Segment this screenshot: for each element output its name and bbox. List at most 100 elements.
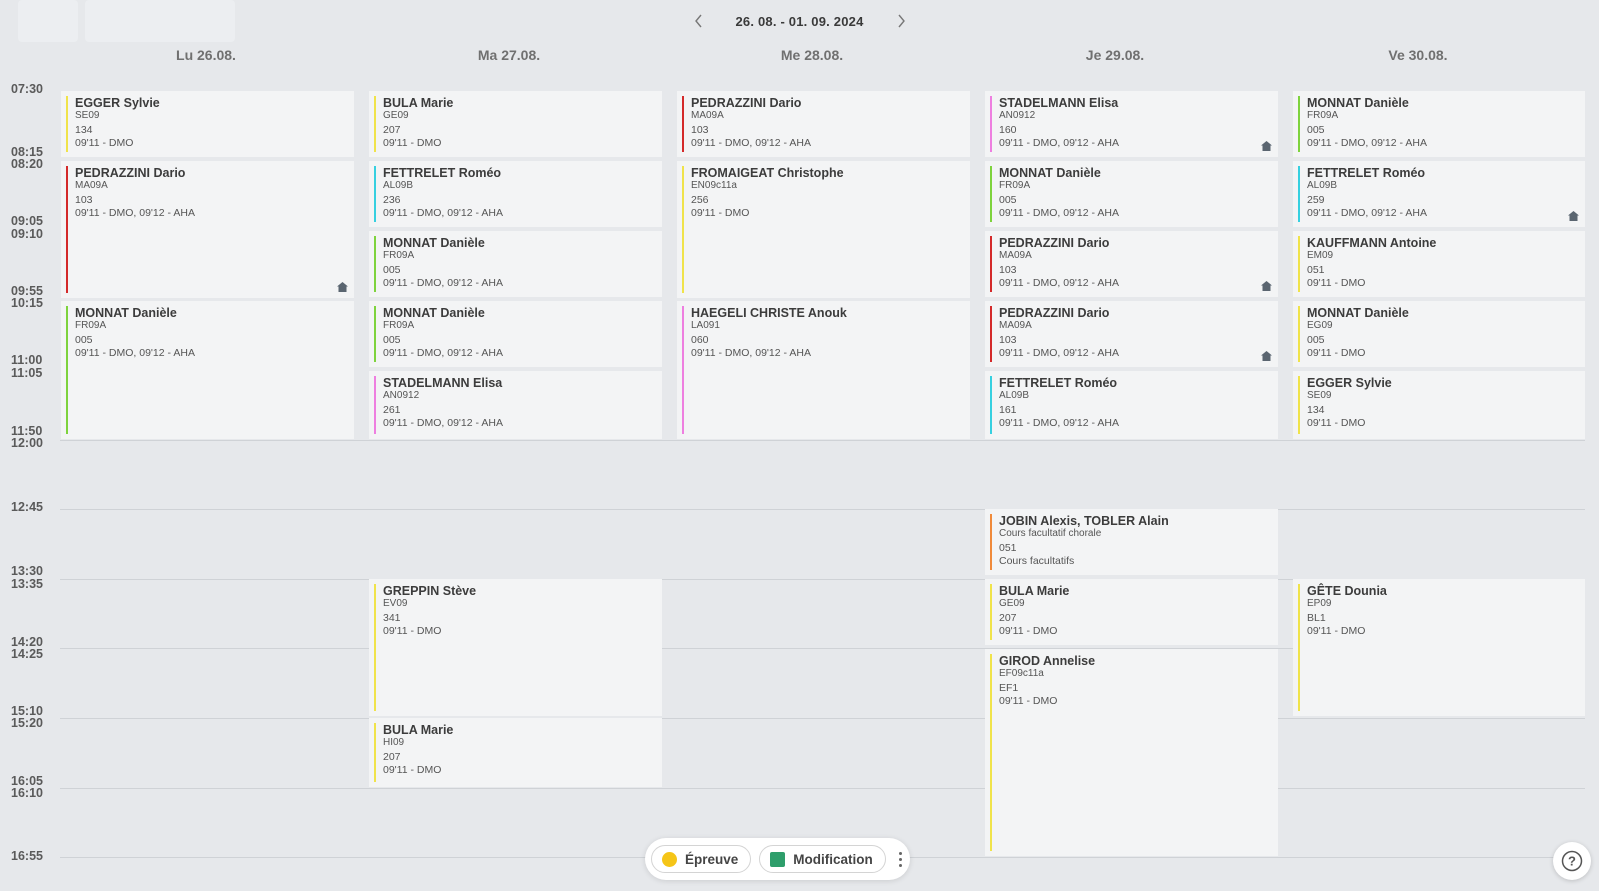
color-bar [682, 96, 684, 152]
lesson-card[interactable]: MONNAT Danièle FR09A 005 09'11 - DMO, 09… [1293, 91, 1585, 157]
lesson-card[interactable]: STADELMANN Elisa AN0912 261 09'11 - DMO,… [369, 371, 662, 439]
room-number: 160 [999, 124, 1017, 136]
lesson-card[interactable]: STADELMANN Elisa AN0912 160 09'11 - DMO,… [985, 91, 1278, 157]
svg-text:?: ? [1568, 854, 1576, 869]
lesson-card[interactable]: MONNAT Danièle FR09A 005 09'11 - DMO, 09… [369, 231, 662, 297]
lesson-card[interactable]: FETTRELET Roméo AL09B 259 09'11 - DMO, 0… [1293, 161, 1585, 227]
home-icon [1261, 141, 1272, 151]
chevron-right-icon[interactable] [892, 12, 910, 30]
lesson-groups: 09'11 - DMO, 09'12 - AHA [383, 277, 503, 289]
lesson-groups: 09'11 - DMO, 09'12 - AHA [383, 207, 503, 219]
home-icon [337, 282, 348, 292]
lesson-card[interactable]: EGGER Sylvie SE09 134 09'11 - DMO [61, 91, 354, 157]
lesson-card[interactable]: MONNAT Danièle FR09A 005 09'11 - DMO, 09… [369, 301, 662, 367]
time-label: 07:30 [11, 82, 43, 96]
home-icon [1261, 351, 1272, 361]
lesson-groups: 09'11 - DMO, 09'12 - AHA [999, 277, 1119, 289]
lesson-card[interactable]: GÊTE Dounia EP09 BL1 09'11 - DMO [1293, 579, 1585, 716]
grid-line [60, 718, 1585, 719]
legend-epreuve-label: Épreuve [685, 851, 739, 867]
class-code: MA09A [75, 180, 108, 191]
room-number: 207 [383, 124, 401, 136]
color-bar [374, 723, 376, 782]
class-code: GE09 [999, 598, 1025, 609]
lesson-card[interactable]: MONNAT Danièle EG09 005 09'11 - DMO [1293, 301, 1585, 367]
color-bar [1298, 584, 1300, 711]
color-bar [66, 96, 68, 152]
color-bar [990, 584, 992, 640]
day-header-wed: Me 28.08. [780, 47, 844, 63]
class-code: LA091 [691, 320, 720, 331]
class-code: FR09A [383, 250, 415, 261]
teacher-name: STADELMANN Elisa [383, 376, 503, 390]
class-code: FR09A [383, 320, 415, 331]
lesson-groups: 09'11 - DMO, 09'12 - AHA [383, 347, 503, 359]
teacher-name: FETTRELET Roméo [383, 166, 502, 180]
legend-bar: Épreuve Modification [645, 838, 910, 880]
color-bar [1298, 236, 1300, 292]
lesson-card[interactable]: MONNAT Danièle FR09A 005 09'11 - DMO, 09… [61, 301, 354, 439]
lesson-card[interactable]: PEDRAZZINI Dario MA09A 103 09'11 - DMO, … [61, 161, 354, 298]
class-code: FR09A [1307, 110, 1339, 121]
lesson-card[interactable]: JOBIN Alexis, TOBLER Alain Cours faculta… [985, 509, 1278, 575]
color-bar [374, 306, 376, 362]
lesson-groups: 09'11 - DMO, 09'12 - AHA [383, 417, 503, 429]
lesson-card[interactable]: BULA Marie GE09 207 09'11 - DMO [369, 91, 662, 157]
lesson-groups: 09'11 - DMO [383, 625, 442, 637]
lesson-card[interactable]: HAEGELI CHRISTE Anouk LA091 060 09'11 - … [677, 301, 970, 439]
lesson-card[interactable]: PEDRAZZINI Dario MA09A 103 09'11 - DMO, … [985, 301, 1278, 367]
lesson-groups: 09'11 - DMO [691, 207, 750, 219]
color-bar [1298, 306, 1300, 362]
more-options-icon[interactable] [894, 849, 908, 869]
room-number: 103 [691, 124, 709, 136]
class-code: SE09 [1307, 390, 1332, 401]
lesson-card[interactable]: EGGER Sylvie SE09 134 09'11 - DMO [1293, 371, 1585, 439]
day-header-tue: Ma 27.08. [477, 47, 541, 63]
room-number: 134 [1307, 404, 1325, 416]
lesson-card[interactable]: GIROD Annelise EF09c11a EF1 09'11 - DMO [985, 649, 1278, 856]
lesson-card[interactable]: FETTRELET Roméo AL09B 236 09'11 - DMO, 0… [369, 161, 662, 227]
teacher-name: HAEGELI CHRISTE Anouk [691, 306, 847, 320]
teacher-name: KAUFFMANN Antoine [1307, 236, 1437, 250]
lesson-card[interactable]: FETTRELET Roméo AL09B 161 09'11 - DMO, 0… [985, 371, 1278, 439]
color-bar [682, 306, 684, 434]
room-number: 005 [999, 194, 1017, 206]
teacher-name: GIROD Annelise [999, 654, 1096, 668]
modification-square-icon [770, 851, 786, 867]
time-label: 09:10 [11, 227, 43, 241]
legend-modification-label: Modification [793, 851, 873, 867]
lesson-card[interactable]: BULA Marie HI09 207 09'11 - DMO [369, 718, 662, 787]
teacher-name: FETTRELET Roméo [999, 376, 1118, 390]
lesson-card[interactable]: PEDRAZZINI Dario MA09A 103 09'11 - DMO, … [985, 231, 1278, 297]
color-bar [374, 376, 376, 434]
color-bar [374, 236, 376, 292]
time-label: 15:20 [11, 716, 43, 730]
chevron-left-icon[interactable] [690, 12, 708, 30]
lesson-card[interactable]: MONNAT Danièle FR09A 005 09'11 - DMO, 09… [985, 161, 1278, 227]
legend-modification-button[interactable]: Modification [759, 845, 886, 873]
class-code: AL09B [999, 390, 1030, 401]
lesson-card[interactable]: BULA Marie GE09 207 09'11 - DMO [985, 579, 1278, 645]
lesson-card[interactable]: KAUFFMANN Antoine EM09 051 09'11 - DMO [1293, 231, 1585, 297]
room-number: 103 [75, 194, 93, 206]
lesson-card[interactable]: PEDRAZZINI Dario MA09A 103 09'11 - DMO, … [677, 91, 970, 157]
lesson-card[interactable]: FROMAIGEAT Christophe EN09c11a 256 09'11… [677, 161, 970, 298]
help-button[interactable]: ? [1553, 842, 1591, 880]
teacher-name: PEDRAZZINI Dario [691, 96, 802, 110]
class-code: FR09A [999, 180, 1031, 191]
teacher-name: GÊTE Dounia [1307, 584, 1387, 598]
lesson-card[interactable]: GREPPIN Stève EV09 341 09'11 - DMO [369, 579, 662, 716]
teacher-name: MONNAT Danièle [383, 236, 485, 250]
color-bar [374, 584, 376, 711]
room-number: 005 [75, 334, 93, 346]
week-date-range[interactable]: 26. 08. - 01. 09. 2024 [736, 14, 864, 29]
teacher-name: MONNAT Danièle [1307, 306, 1409, 320]
color-bar [990, 654, 992, 851]
color-bar [1298, 376, 1300, 434]
home-icon [1568, 211, 1579, 221]
room-number: 103 [999, 334, 1017, 346]
teacher-name: PEDRAZZINI Dario [999, 306, 1110, 320]
lesson-groups: 09'11 - DMO [1307, 417, 1366, 429]
time-label: 12:45 [11, 500, 43, 514]
legend-epreuve-button[interactable]: Épreuve [651, 845, 752, 873]
